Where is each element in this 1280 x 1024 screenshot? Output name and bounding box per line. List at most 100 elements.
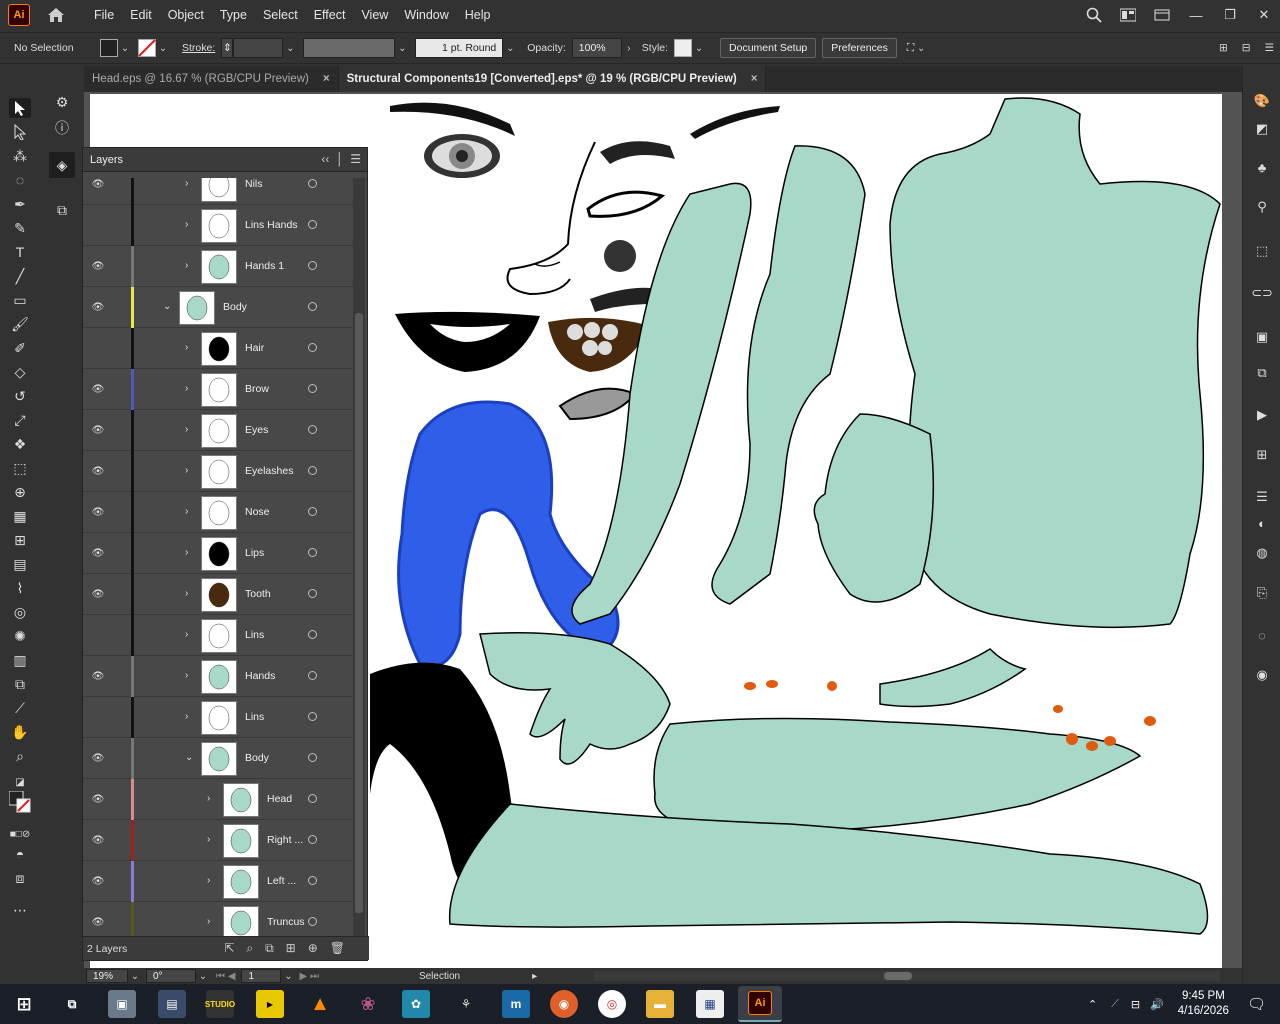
vlc-icon[interactable]: ▲ — [306, 990, 334, 1018]
rectangle-tool-icon[interactable]: ▭ — [9, 290, 31, 310]
app-icon-6[interactable]: m — [502, 990, 530, 1018]
target-circle-icon[interactable] — [308, 179, 317, 188]
layer-row[interactable]: 👁 › Right ... — [83, 820, 353, 861]
stroke-panel-icon[interactable]: ☰ — [1253, 488, 1271, 506]
layer-row[interactable]: 👁 › Nils — [83, 178, 353, 205]
app-icon-2[interactable]: ▤ — [158, 990, 186, 1018]
chevron-down-icon[interactable]: ⌄ — [692, 43, 706, 54]
layer-row[interactable]: 👁 › Hands 1 — [83, 246, 353, 287]
layer-row[interactable]: 👁 › Eyes — [83, 410, 353, 451]
chevron-right-icon[interactable]: › — [185, 711, 188, 722]
curvature-tool-icon[interactable]: ✎ — [9, 218, 31, 238]
transform-panel-icon[interactable]: ⬚ — [1253, 242, 1271, 260]
symbol-sprayer-icon[interactable]: ✺ — [9, 626, 31, 646]
chevron-right-icon[interactable]: › — [185, 670, 188, 681]
chevron-right-icon[interactable]: › — [185, 547, 188, 558]
arrange-icon[interactable] — [1154, 7, 1170, 23]
target-circle-icon[interactable] — [308, 917, 317, 926]
target-circle-icon[interactable] — [308, 753, 317, 762]
perspective-grid-icon[interactable]: ▦ — [9, 506, 31, 526]
layers-scrollbar[interactable] — [353, 178, 365, 938]
chrome-icon[interactable]: ◎ — [598, 990, 626, 1018]
eyedropper-icon[interactable]: ⌇ — [9, 578, 31, 598]
brush-definition[interactable]: 1 pt. Round — [415, 38, 504, 58]
preferences-button[interactable]: Preferences — [822, 38, 897, 58]
mesh-tool-icon[interactable]: ⊞ — [9, 530, 31, 550]
chevron-up-icon[interactable]: ⌃ — [1088, 998, 1097, 1011]
paintbrush-icon[interactable]: 🖌 — [9, 314, 31, 334]
visibility-eye-icon[interactable]: 👁 — [91, 874, 105, 888]
fill-stroke-icon[interactable] — [9, 791, 31, 813]
hand-tool-icon[interactable]: ✋ — [9, 722, 31, 742]
chevron-right-icon[interactable]: › — [207, 916, 210, 927]
align-panel-icon[interactable]: ▣ — [1253, 328, 1271, 346]
layer-row[interactable]: 👁 › Brow — [83, 369, 353, 410]
notification-icon[interactable]: 🗨 — [1247, 995, 1266, 1013]
chevron-right-icon[interactable]: › — [207, 793, 210, 804]
style-swatch[interactable] — [674, 39, 693, 57]
start-icon[interactable]: ⊞ — [10, 990, 38, 1018]
default-colors-icon[interactable]: ◪ — [9, 772, 31, 792]
document-setup-button[interactable]: Document Setup — [720, 38, 817, 58]
tab-head-eps[interactable]: Head.eps @ 16.67 % (RGB/CPU Preview) × — [84, 66, 339, 92]
panel-menu-icon[interactable]: ☰ — [1265, 42, 1274, 54]
layer-row[interactable]: › Lins — [83, 615, 353, 656]
collect-export-icon[interactable]: ⇱ — [224, 941, 234, 956]
menu-select[interactable]: Select — [255, 8, 306, 22]
target-circle-icon[interactable] — [308, 261, 317, 270]
network-icon[interactable]: ⊟ — [1131, 998, 1140, 1011]
color-guide-icon[interactable]: ◩ — [1253, 120, 1271, 138]
layer-row[interactable]: 👁 › Tooth — [83, 574, 353, 615]
chevron-down-icon[interactable]: ⌄ — [283, 43, 297, 54]
layer-row[interactable]: 👁 › Nose — [83, 492, 353, 533]
minimize-icon[interactable]: — — [1188, 7, 1204, 23]
image-trace-icon[interactable]: ⎘ — [1253, 584, 1271, 602]
app-icon-1[interactable]: ▣ — [108, 990, 136, 1018]
chevron-right-icon[interactable]: › — [185, 424, 188, 435]
visibility-eye-icon[interactable]: 👁 — [91, 792, 105, 806]
visibility-eye-icon[interactable]: 👁 — [91, 423, 105, 437]
visibility-eye-icon[interactable]: 👁 — [91, 464, 105, 478]
variable-width-profile[interactable] — [303, 38, 396, 58]
layer-row[interactable]: 👁 › Head — [83, 779, 353, 820]
visibility-eye-icon[interactable] — [91, 710, 105, 724]
target-circle-icon[interactable] — [308, 548, 317, 557]
transparency-icon[interactable]: ◍ — [1253, 544, 1271, 562]
slice-tool-icon[interactable]: ⟋ — [9, 698, 31, 718]
close-icon[interactable]: ✕ — [1256, 7, 1272, 23]
type-tool-icon[interactable]: T — [9, 242, 31, 262]
actions-icon[interactable]: ▶ — [1253, 406, 1271, 424]
volume-icon[interactable]: 🔊 — [1150, 998, 1164, 1011]
layer-row[interactable]: 👁 › Hands — [83, 656, 353, 697]
menu-help[interactable]: Help — [457, 8, 499, 22]
visibility-eye-icon[interactable]: 👁 — [91, 915, 105, 929]
target-circle-icon[interactable] — [308, 425, 317, 434]
chevron-right-icon[interactable]: › — [622, 43, 636, 54]
line-tool-icon[interactable]: ╱ — [9, 266, 31, 286]
target-circle-icon[interactable] — [308, 876, 317, 885]
workspace-icon[interactable] — [1120, 7, 1136, 23]
align-icon[interactable]: ⊞ — [1219, 42, 1228, 54]
target-circle-icon[interactable] — [308, 343, 317, 352]
target-circle-icon[interactable] — [308, 302, 317, 311]
stroke-label[interactable]: Stroke: — [182, 42, 215, 54]
home-icon[interactable] — [46, 5, 66, 25]
clock[interactable]: 9:45 PM 4/16/2026 — [1178, 989, 1229, 1019]
status-menu-icon[interactable]: ▸ — [532, 971, 537, 982]
chevron-right-icon[interactable]: › — [185, 342, 188, 353]
target-circle-icon[interactable] — [308, 220, 317, 229]
menu-view[interactable]: View — [353, 8, 396, 22]
pattern-icon[interactable]: ⊞ — [1253, 446, 1271, 464]
layers-icon[interactable]: ◈ — [49, 152, 75, 178]
visibility-eye-icon[interactable] — [91, 628, 105, 642]
layer-row[interactable]: 👁 › Truncus — [83, 902, 353, 938]
target-circle-icon[interactable] — [308, 630, 317, 639]
firefox-icon[interactable]: ◉ — [550, 990, 578, 1018]
target-circle-icon[interactable] — [308, 835, 317, 844]
chevron-down-icon[interactable]: ⌄ — [128, 971, 142, 982]
links-icon[interactable]: ⊂⊃ — [1251, 284, 1273, 302]
close-icon[interactable]: × — [323, 73, 330, 85]
layer-row[interactable]: 👁 ⌄ Body — [83, 287, 353, 328]
zoom-tool-icon[interactable]: ⌕ — [9, 746, 31, 766]
visibility-eye-icon[interactable]: 👁 — [91, 505, 105, 519]
